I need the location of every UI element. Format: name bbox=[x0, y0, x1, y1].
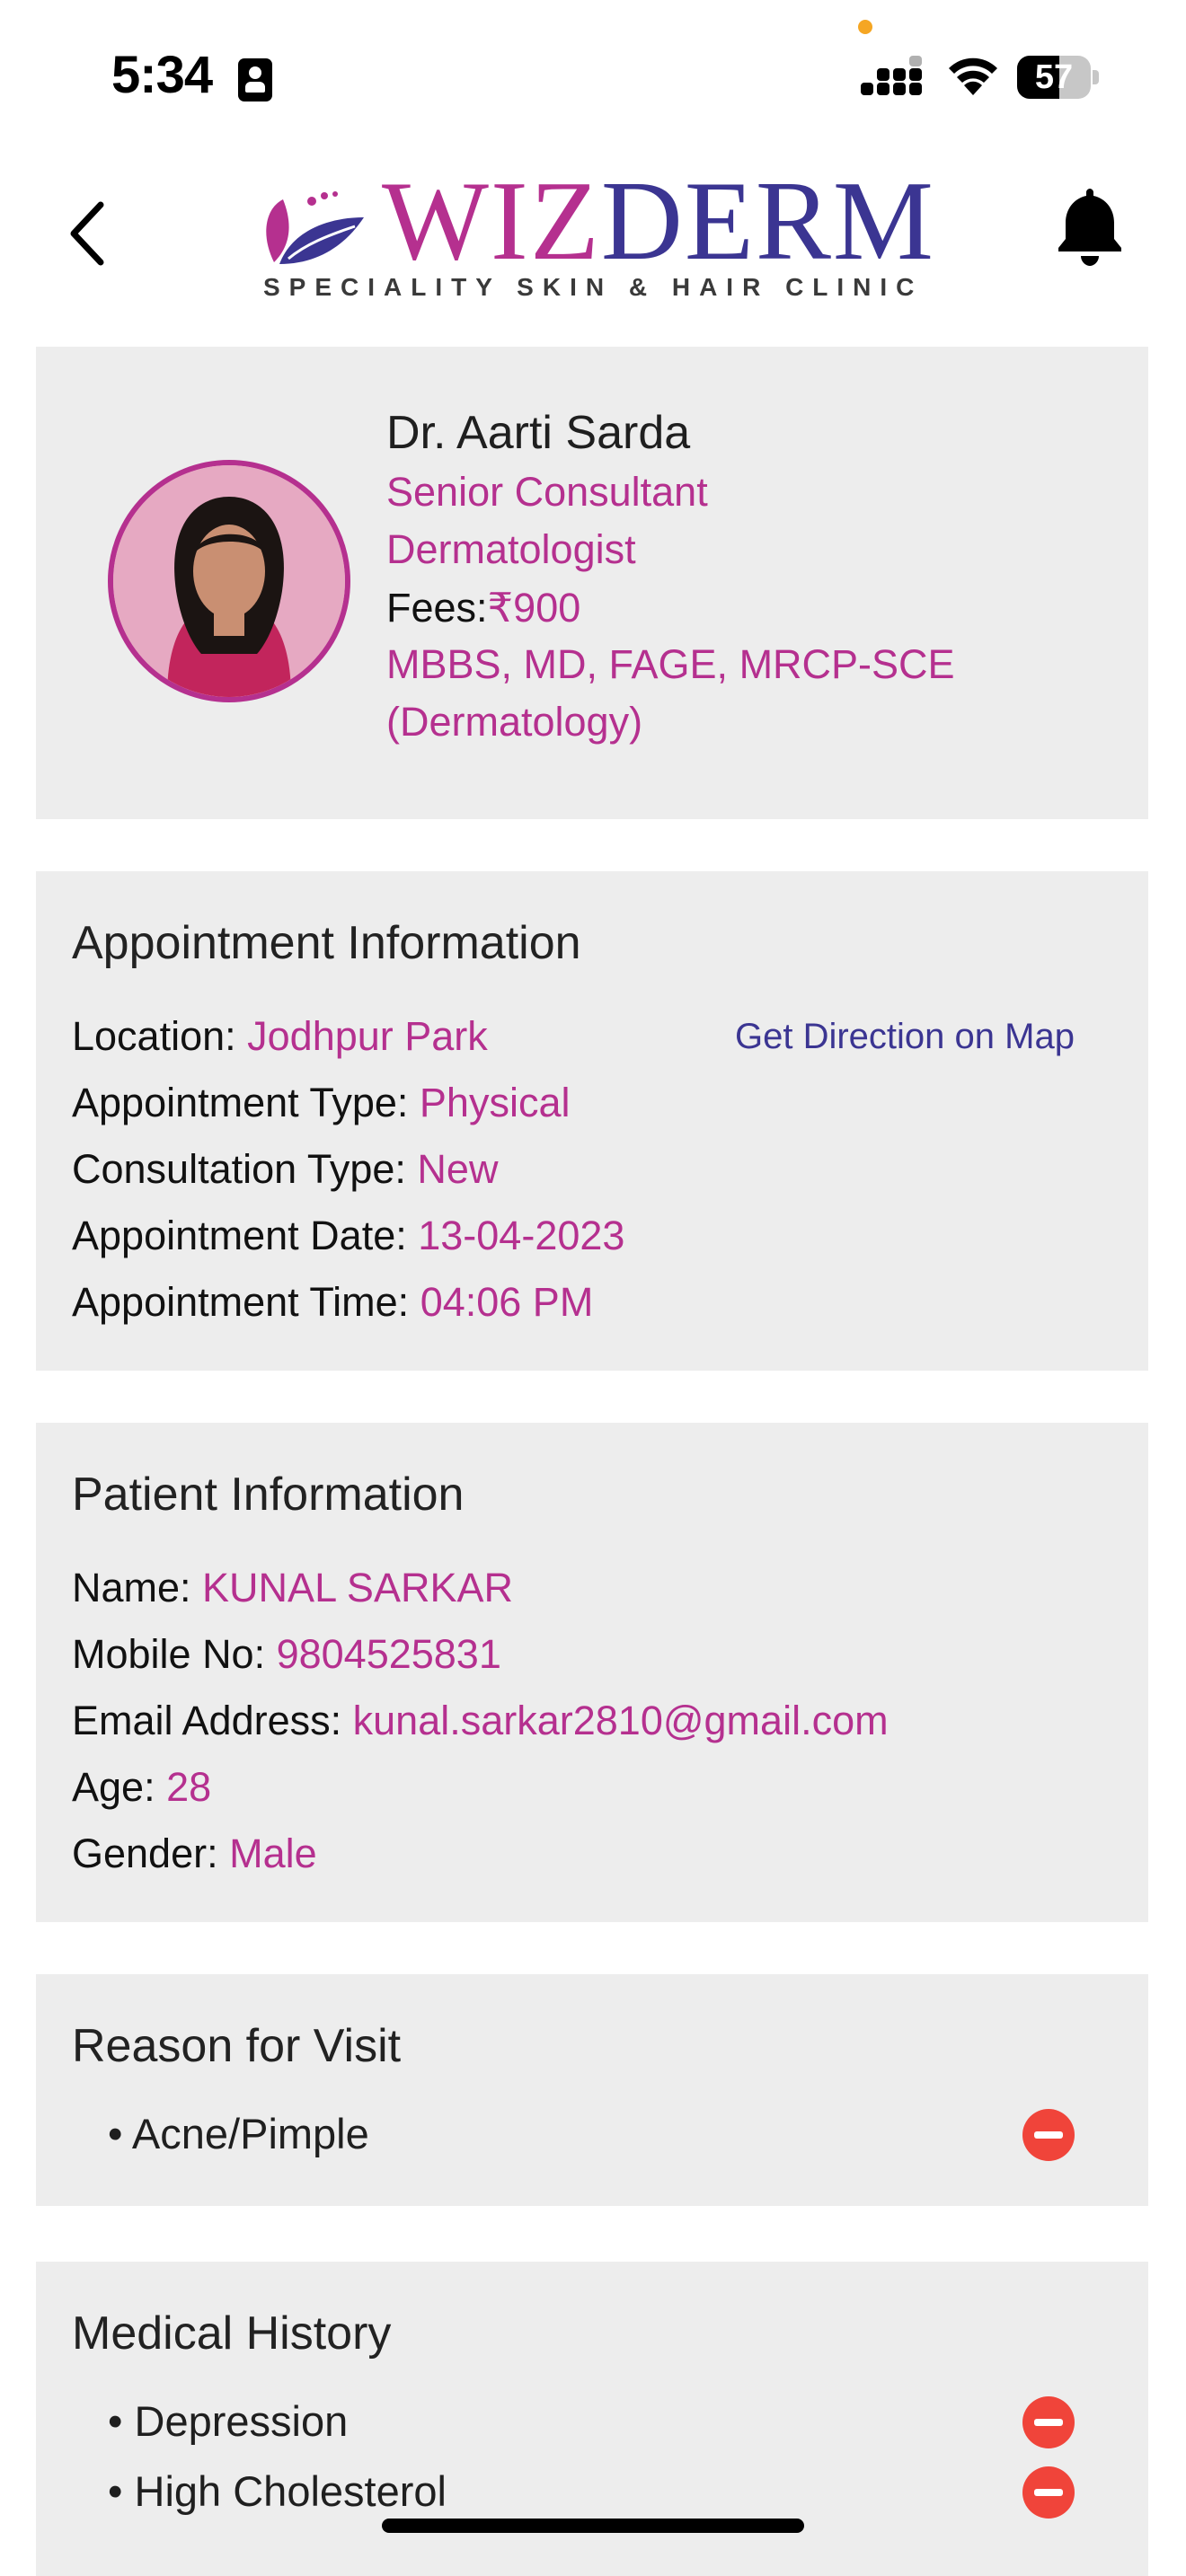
location-label: Location: bbox=[72, 1013, 248, 1059]
appointment-time-label: Appointment Time: bbox=[72, 1279, 420, 1325]
medical-history-title: Medical History bbox=[72, 2307, 392, 2360]
contact-card-icon bbox=[238, 58, 272, 101]
medical-history-item: • High Cholesterol bbox=[108, 2467, 447, 2515]
doctor-card: Dr. Aarti Sarda Senior Consultant Dermat… bbox=[36, 347, 1148, 819]
notifications-button[interactable] bbox=[1049, 181, 1130, 271]
gender-value: Male bbox=[229, 1831, 317, 1876]
patient-name-value: KUNAL SARKAR bbox=[202, 1565, 513, 1610]
reason-item: • Acne/Pimple bbox=[108, 2110, 369, 2157]
gender-row: Gender: Male bbox=[72, 1831, 317, 1877]
consultation-type-row: Consultation Type: New bbox=[72, 1146, 498, 1193]
wizderm-logo: WIZDERM SPECIALITY SKIN & HAIR CLINIC bbox=[256, 165, 934, 302]
age-row: Age: 28 bbox=[72, 1764, 211, 1811]
app-header: WIZDERM SPECIALITY SKIN & HAIR CLINIC bbox=[0, 144, 1186, 314]
doctor-qualification-line2: (Dermatology) bbox=[386, 699, 643, 745]
fees-value: ₹900 bbox=[487, 585, 581, 631]
reason-for-visit-card: Reason for Visit • Acne/Pimple bbox=[36, 1974, 1148, 2206]
email-row: Email Address: kunal.sarkar2810@gmail.co… bbox=[72, 1698, 889, 1744]
signal-icon bbox=[861, 56, 922, 95]
appointment-type-label: Appointment Type: bbox=[72, 1080, 420, 1125]
status-bar: 5:34 57 bbox=[0, 0, 1186, 135]
mobile-label: Mobile No: bbox=[72, 1631, 277, 1677]
medical-history-item: • Depression bbox=[108, 2397, 349, 2445]
doctor-avatar bbox=[108, 460, 350, 702]
mobile-row: Mobile No: 9804525831 bbox=[72, 1631, 501, 1678]
patient-name-label: Name: bbox=[72, 1565, 203, 1610]
appointment-type-value: Physical bbox=[419, 1080, 571, 1125]
appointment-time-value: 04:06 PM bbox=[420, 1279, 594, 1325]
doctor-title-line1: Senior Consultant bbox=[386, 469, 708, 515]
doctor-name: Dr. Aarti Sarda bbox=[386, 407, 691, 459]
logo-wordmark: WIZDERM bbox=[382, 165, 935, 278]
fees-label: Fees: bbox=[386, 585, 488, 631]
patient-info-title: Patient Information bbox=[72, 1469, 465, 1521]
chevron-left-icon bbox=[70, 201, 104, 266]
status-time: 5:34 bbox=[111, 46, 213, 104]
location-row: Location: Jodhpur Park bbox=[72, 1013, 488, 1060]
doctor-fees: Fees:₹900 bbox=[386, 584, 580, 631]
doctor-qualification-line1: MBBS, MD, FAGE, MRCP-SCE bbox=[386, 641, 955, 687]
appointment-info-card: Appointment Information Location: Jodhpu… bbox=[36, 871, 1148, 1371]
patient-info-card: Patient Information Name: KUNAL SARKAR M… bbox=[36, 1423, 1148, 1922]
battery-level: 57 bbox=[1034, 58, 1074, 96]
consultation-type-value: New bbox=[417, 1146, 499, 1192]
back-button[interactable] bbox=[54, 189, 126, 278]
appointment-time-row: Appointment Time: 04:06 PM bbox=[72, 1279, 593, 1326]
bell-icon bbox=[1058, 189, 1121, 266]
email-label: Email Address: bbox=[72, 1698, 353, 1743]
appointment-info-title: Appointment Information bbox=[72, 917, 581, 969]
location-value: Jodhpur Park bbox=[247, 1013, 488, 1059]
appointment-date-label: Appointment Date: bbox=[72, 1213, 419, 1258]
gender-label: Gender: bbox=[72, 1831, 230, 1876]
battery-icon: 57 bbox=[1017, 56, 1100, 99]
appointment-date-row: Appointment Date: 13-04-2023 bbox=[72, 1213, 624, 1259]
remove-history-button[interactable] bbox=[1022, 2466, 1075, 2519]
patient-name-row: Name: KUNAL SARKAR bbox=[72, 1565, 513, 1611]
privacy-indicator-dot bbox=[858, 20, 872, 34]
consultation-type-label: Consultation Type: bbox=[72, 1146, 418, 1192]
logo-derm: DERM bbox=[600, 159, 935, 284]
remove-reason-button[interactable] bbox=[1022, 2109, 1075, 2161]
age-value: 28 bbox=[166, 1764, 212, 1810]
appointment-type-row: Appointment Type: Physical bbox=[72, 1080, 571, 1126]
doctor-title-line2: Dermatologist bbox=[386, 526, 636, 572]
reason-for-visit-title: Reason for Visit bbox=[72, 2020, 402, 2072]
appointment-date-value: 13-04-2023 bbox=[418, 1213, 625, 1258]
get-direction-link[interactable]: Get Direction on Map bbox=[735, 1017, 1075, 1057]
age-label: Age: bbox=[72, 1764, 167, 1810]
logo-tagline: SPECIALITY SKIN & HAIR CLINIC bbox=[263, 273, 924, 301]
mobile-value: 9804525831 bbox=[276, 1631, 501, 1677]
wifi-icon bbox=[949, 57, 997, 95]
doctor-photo bbox=[113, 465, 345, 697]
leaf-logo-icon bbox=[266, 191, 364, 264]
logo-wiz: WIZ bbox=[382, 159, 601, 284]
email-value: kunal.sarkar2810@gmail.com bbox=[352, 1698, 889, 1743]
remove-history-button[interactable] bbox=[1022, 2396, 1075, 2448]
home-indicator[interactable] bbox=[382, 2519, 804, 2533]
